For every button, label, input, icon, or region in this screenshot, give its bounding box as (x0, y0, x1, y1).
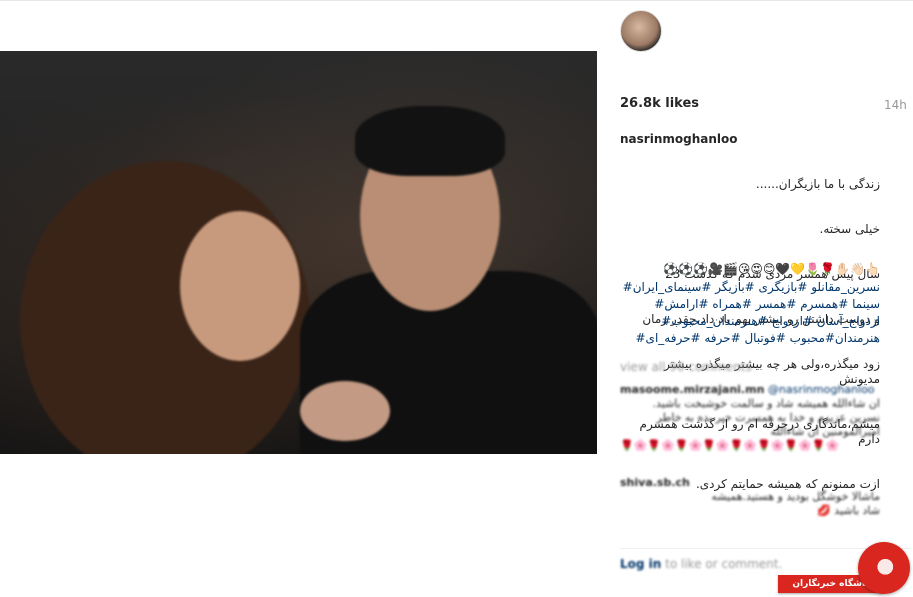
avatar[interactable] (620, 10, 662, 52)
watermark-logo-icon (858, 542, 910, 594)
photo-man-hair-shape (355, 106, 505, 176)
comment-text: ماشالا خوشگل بودید و هستید.همیشه شاد باش… (620, 490, 880, 518)
post-time[interactable]: 14h (884, 98, 907, 112)
login-link[interactable]: Log in (620, 557, 661, 571)
hashtag-line[interactable]: سینما #همسرم #همسر #همراه #ارامش# (620, 296, 880, 313)
watermark-badge: باشگاه خبرنگاران (778, 540, 913, 597)
comment-item: masoome.mirzajani.mn @nasrinmoghanloo ان… (620, 383, 880, 453)
hashtag-line[interactable]: ازدواج_آسان #ازدواج #هنرمندان_محبوب# (620, 313, 880, 330)
comment-line: نسرین عزیزم و خدا به همسرت خیر بده به خا… (656, 411, 880, 424)
post-header (620, 10, 910, 60)
comment-text: ان شاءالله همیشه شاد و سالمت خوشبخت باشی… (620, 397, 881, 439)
hashtag-line[interactable]: نسرین_مقانلو #بازیگری #بازیگر #سینمای_ای… (620, 279, 880, 296)
comment-item: shiva.sb.ch ماشالا خوشگل بودید و هستید.ه… (620, 476, 880, 518)
caption-line: زندگی با ما بازیگران...... (755, 177, 880, 191)
comment-line: شاد باشید 💋 (817, 504, 880, 517)
login-prompt: Log in to like or comment. (620, 557, 782, 571)
photo-woman-face-shape (180, 211, 300, 361)
view-all-comments-link[interactable]: view all 96 comments (620, 360, 752, 374)
caption-emoji-line: 👆🏻👋🏻✋🏻🌹🌷💛🖤😊😍😘🎬🎥⚽⚽⚽ (663, 262, 880, 276)
post-photo[interactable] (0, 51, 597, 454)
photo-hand-shape (300, 381, 390, 441)
caption-line: خیلی سخته. (819, 222, 881, 236)
hashtag-line[interactable]: هنرمندان#محبوب #فوتبال #حرفه #حرفه_ای# (620, 330, 881, 347)
hashtags: نسرین_مقانلو #بازیگری #بازیگر #سینمای_ای… (620, 279, 880, 347)
comment-username[interactable]: masoome.mirzajani.mn (620, 383, 764, 396)
login-prompt-text: to like or comment. (661, 557, 783, 571)
top-divider (0, 0, 913, 1)
likes-count[interactable]: 26.8k likes (620, 96, 699, 111)
comment-line: ماشالا خوشگل بودید و هستید.همیشه (711, 490, 880, 503)
comment-username[interactable]: shiva.sb.ch (620, 476, 690, 489)
comment-line: امیرالمومنین ان شاءالله (770, 425, 880, 438)
comment-mention[interactable]: @nasrinmoghanloo (768, 383, 875, 396)
caption-username[interactable]: nasrinmoghanloo (620, 132, 880, 147)
comment-line: ان شاءالله همیشه شاد و سالمت خوشبخت باشی… (652, 397, 881, 410)
comment-emoji-line: 🌹🌸🌹🌸🌹🌸🌹🌸🌹🌸🌹🌸🌹🌸🌹🌸 (620, 439, 840, 452)
